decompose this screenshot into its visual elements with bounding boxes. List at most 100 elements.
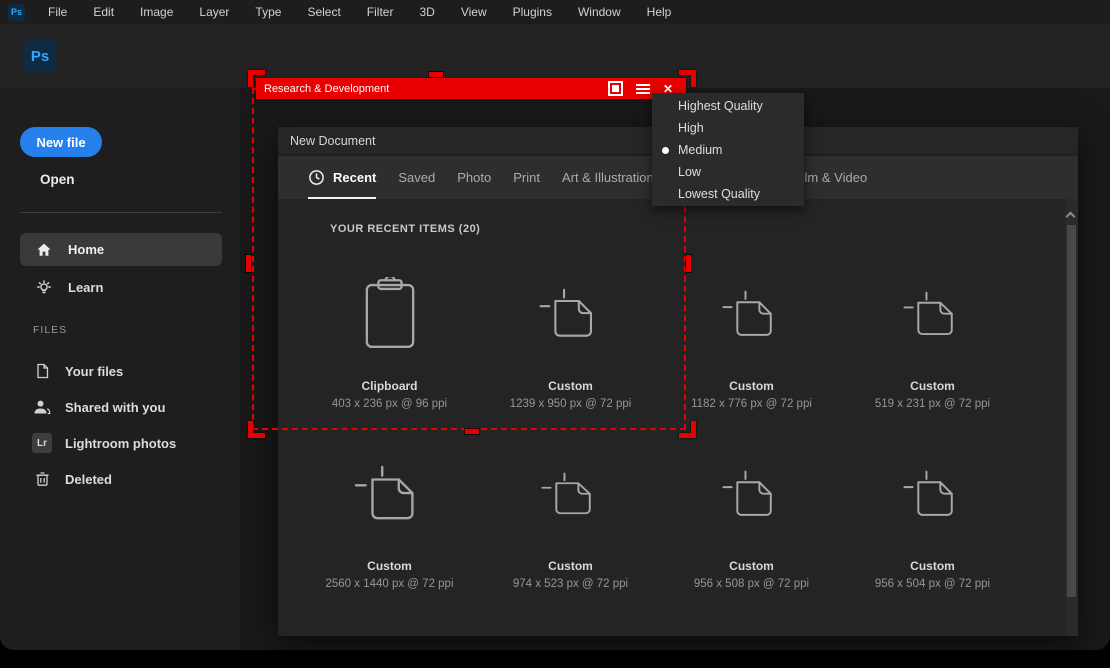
recent-items-grid: Clipboard403 x 236 px @ 96 ppi Custom 123… bbox=[299, 265, 1023, 625]
quality-menu: Highest Quality High Medium Low Lowest Q… bbox=[652, 93, 804, 206]
sidebar-item-deleted[interactable]: Deleted bbox=[20, 462, 222, 496]
capture-corner-handle[interactable] bbox=[679, 421, 696, 438]
menu-edit[interactable]: Edit bbox=[80, 0, 127, 24]
item-name: Custom bbox=[548, 559, 593, 573]
menu-item-label: Lowest Quality bbox=[678, 187, 760, 201]
tab-label: Photo bbox=[457, 170, 491, 185]
new-file-button[interactable]: New file bbox=[20, 127, 102, 157]
tab-label: Art & Illustration bbox=[562, 170, 654, 185]
custom-doc-icon bbox=[538, 265, 604, 363]
recent-item[interactable]: Custom 519 x 231 px @ 72 ppi bbox=[842, 265, 1023, 445]
item-size: 403 x 236 px @ 96 ppi bbox=[332, 398, 447, 410]
selected-bullet-icon bbox=[662, 147, 669, 154]
recent-item[interactable]: Custom 1239 x 950 px @ 72 ppi bbox=[480, 265, 661, 445]
lr-icon: Lr bbox=[31, 433, 53, 453]
menu-item-low[interactable]: Low bbox=[652, 161, 804, 183]
recent-item[interactable]: Custom2560 x 1440 px @ 72 ppi bbox=[299, 445, 480, 625]
menu-icon[interactable] bbox=[636, 88, 650, 90]
custom-doc-icon bbox=[902, 445, 964, 543]
recent-item[interactable]: Custom 974 x 523 px @ 72 ppi bbox=[480, 445, 661, 625]
menu-image[interactable]: Image bbox=[127, 0, 186, 24]
tab-print[interactable]: Print bbox=[513, 156, 540, 199]
sidebar-item-lightroom[interactable]: Lr Lightroom photos bbox=[20, 426, 222, 460]
tab-label: Saved bbox=[398, 170, 435, 185]
capture-titlebar[interactable]: Research & Development ✕ bbox=[256, 78, 686, 99]
tab-art-illustration[interactable]: Art & Illustration bbox=[562, 156, 654, 199]
menu-select[interactable]: Select bbox=[294, 0, 353, 24]
sidebar-item-label: Learn bbox=[68, 280, 103, 295]
recent-item[interactable]: Clipboard403 x 236 px @ 96 ppi bbox=[299, 265, 480, 445]
sidebar-divider bbox=[20, 212, 222, 213]
sidebar-item-label: Lightroom photos bbox=[65, 436, 176, 451]
menu-item-label: Highest Quality bbox=[678, 99, 763, 113]
trash-icon bbox=[31, 471, 53, 487]
capture-edge-handle[interactable] bbox=[429, 72, 443, 77]
recent-item[interactable]: Custom 956 x 504 px @ 72 ppi bbox=[842, 445, 1023, 625]
menu-item-medium[interactable]: Medium bbox=[652, 139, 804, 161]
item-size: 519 x 231 px @ 72 ppi bbox=[875, 398, 990, 410]
menu-filter[interactable]: Filter bbox=[354, 0, 407, 24]
menu-help[interactable]: Help bbox=[634, 0, 685, 24]
region-icon[interactable] bbox=[608, 81, 623, 96]
custom-doc-icon bbox=[540, 445, 602, 543]
dialog-title: New Document bbox=[290, 134, 375, 148]
menubar: Ps FileEditImageLayerTypeSelectFilter3DV… bbox=[0, 0, 1110, 24]
tab-label: Recent bbox=[333, 170, 376, 185]
clipboard-icon bbox=[363, 265, 417, 363]
home-icon bbox=[34, 242, 54, 258]
capture-corner-handle[interactable] bbox=[248, 421, 265, 438]
recent-items-heading: YOUR RECENT ITEMS (20) bbox=[330, 223, 480, 235]
menu-plugins[interactable]: Plugins bbox=[500, 0, 565, 24]
tab-saved[interactable]: Saved bbox=[398, 156, 435, 199]
open-button[interactable]: Open bbox=[40, 172, 75, 187]
capture-edge-handle[interactable] bbox=[686, 255, 691, 272]
capture-edge-handle[interactable] bbox=[465, 429, 479, 434]
menu-item-label: Medium bbox=[678, 143, 722, 157]
menu-layer[interactable]: Layer bbox=[186, 0, 242, 24]
item-size: 956 x 504 px @ 72 ppi bbox=[875, 578, 990, 590]
files-heading: FILES bbox=[33, 324, 67, 336]
sidebar-item-learn[interactable]: Learn bbox=[20, 271, 222, 304]
menu-item-highest-quality[interactable]: Highest Quality bbox=[652, 95, 804, 117]
people-icon bbox=[31, 399, 53, 415]
item-name: Custom bbox=[729, 379, 774, 393]
menu-window[interactable]: Window bbox=[565, 0, 634, 24]
item-name: Custom bbox=[910, 379, 955, 393]
menu-item-lowest-quality[interactable]: Lowest Quality bbox=[652, 183, 804, 205]
capture-edge-handle[interactable] bbox=[246, 255, 251, 272]
sidebar-item-label: Home bbox=[68, 242, 104, 257]
item-size: 974 x 523 px @ 72 ppi bbox=[513, 578, 628, 590]
custom-doc-icon bbox=[721, 265, 783, 363]
tab-label: Film & Video bbox=[794, 170, 867, 185]
recent-item[interactable]: Custom956 x 508 px @ 72 ppi bbox=[661, 445, 842, 625]
item-size: 1182 x 776 px @ 72 ppi bbox=[691, 398, 812, 410]
file-icon bbox=[31, 363, 53, 379]
ps-logo-icon: Ps bbox=[24, 40, 56, 72]
tab-label: Print bbox=[513, 170, 540, 185]
menu-3d[interactable]: 3D bbox=[406, 0, 447, 24]
custom-doc-icon bbox=[721, 445, 783, 543]
scrollbar-thumb[interactable] bbox=[1067, 225, 1076, 597]
custom-doc-icon bbox=[902, 265, 964, 363]
sidebar: New file Open Home Learn FILES bbox=[0, 88, 240, 650]
sidebar-item-home[interactable]: Home bbox=[20, 233, 222, 266]
screen: Ps FileEditImageLayerTypeSelectFilter3DV… bbox=[0, 0, 1110, 668]
recent-item[interactable]: Custom 1182 x 776 px @ 72 ppi bbox=[661, 265, 842, 445]
tab-film-video[interactable]: Film & Video bbox=[794, 156, 867, 199]
menu-type[interactable]: Type bbox=[242, 0, 294, 24]
tab-recent[interactable]: Recent bbox=[308, 156, 376, 199]
menu-item-high[interactable]: High bbox=[652, 117, 804, 139]
ps-mini-logo-icon: Ps bbox=[8, 4, 25, 21]
clock-icon bbox=[308, 169, 325, 186]
menu-file[interactable]: File bbox=[35, 0, 80, 24]
capture-title: Research & Development bbox=[264, 83, 608, 95]
tab-photo[interactable]: Photo bbox=[457, 156, 491, 199]
item-name: Custom bbox=[548, 379, 593, 393]
sidebar-item-your-files[interactable]: Your files bbox=[20, 354, 222, 388]
item-name: Custom bbox=[910, 559, 955, 573]
sidebar-item-shared[interactable]: Shared with you bbox=[20, 390, 222, 424]
menu-items: FileEditImageLayerTypeSelectFilter3DView… bbox=[35, 0, 684, 24]
menu-view[interactable]: View bbox=[448, 0, 500, 24]
menu-item-label: Low bbox=[678, 165, 701, 179]
item-size: 1239 x 950 px @ 72 ppi bbox=[510, 398, 632, 410]
